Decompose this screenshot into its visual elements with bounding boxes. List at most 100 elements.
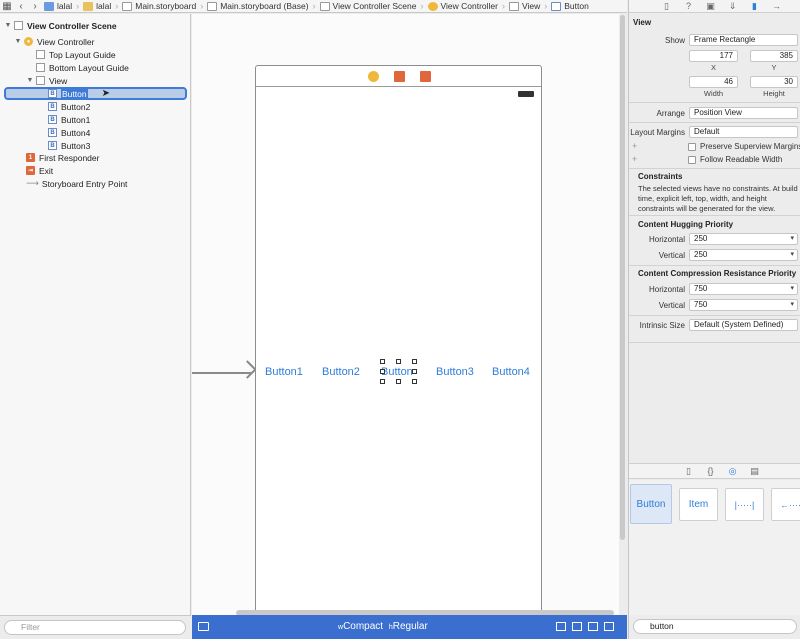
size-class-control[interactable]: wCompact hRegular: [338, 621, 428, 632]
resize-handle[interactable]: [412, 379, 417, 384]
outline-button2[interactable]: B Button2: [48, 100, 90, 113]
disclosure-down-icon[interactable]: ▼: [26, 77, 34, 84]
pin-icon[interactable]: [588, 622, 598, 631]
canvas-button2[interactable]: Button2: [322, 366, 360, 378]
show-label: Show: [664, 36, 685, 45]
layout-guide-icon: [36, 50, 45, 59]
arrow-right-icon: ⟶: [26, 178, 39, 188]
vertical-scrollbar[interactable]: [620, 15, 625, 540]
compression-horizontal-select[interactable]: 750 ▾: [689, 283, 798, 295]
outline-exit[interactable]: ⇥ Exit: [26, 164, 53, 177]
attributes-inspector: ▯ ? ▣ ⇓ ▮ → View Show Frame Rectangle 17…: [628, 0, 800, 639]
resize-handle[interactable]: [380, 369, 385, 374]
first-responder-icon[interactable]: [394, 71, 405, 82]
crumb-storyboard[interactable]: Main.storyboard: [120, 1, 198, 11]
resize-handle[interactable]: [412, 369, 417, 374]
file-template-icon[interactable]: ▯: [683, 466, 694, 477]
divider: [629, 168, 800, 169]
size-inspector-icon[interactable]: ▮: [749, 1, 760, 12]
crumb-project[interactable]: lalal: [42, 1, 74, 11]
disclosure-down-icon[interactable]: ▼: [14, 38, 22, 45]
library-search-input[interactable]: button: [633, 619, 797, 634]
hugging-vertical-select[interactable]: 250 ▾: [689, 249, 798, 261]
library-flexible-space[interactable]: ←····: [771, 488, 800, 521]
help-icon[interactable]: ?: [683, 1, 694, 12]
media-library-icon[interactable]: ▤: [749, 466, 760, 477]
forward-arrow-icon[interactable]: ›: [28, 1, 42, 12]
compression-vertical-select[interactable]: 750 ▾: [689, 299, 798, 311]
identity-icon[interactable]: ▣: [705, 1, 716, 12]
crumb-scene[interactable]: View Controller Scene: [318, 1, 419, 11]
crumb-folder[interactable]: lalal: [81, 1, 113, 11]
add-variation-icon[interactable]: +: [632, 141, 637, 151]
layout-guide-icon: [36, 63, 45, 72]
add-variation-icon[interactable]: +: [632, 154, 637, 164]
button-icon: B: [48, 128, 57, 137]
library-bar-button-item[interactable]: Item: [679, 488, 718, 521]
outline-button-selected[interactable]: B Button ➤: [48, 87, 110, 100]
jump-bar: ▦ ‹ › lalal › lalal › Main.storyboard › …: [0, 0, 627, 13]
resize-handle[interactable]: [380, 359, 385, 364]
attributes-icon[interactable]: ⇓: [727, 1, 738, 12]
dropdown-arrow-icon: ▾: [790, 235, 794, 242]
resize-handle[interactable]: [380, 379, 385, 384]
disclosure-down-icon[interactable]: ▼: [4, 22, 12, 29]
mouse-cursor-icon: ➤: [101, 88, 110, 99]
resize-handle[interactable]: [396, 379, 401, 384]
back-arrow-icon[interactable]: ‹: [14, 1, 28, 12]
crumb-view-controller[interactable]: View Controller: [426, 1, 500, 11]
storyboard-canvas[interactable]: Button1 Button2 Button Button3 Button4: [192, 14, 619, 625]
crumb-button[interactable]: Button: [549, 1, 591, 11]
outline-scene[interactable]: ▼ View Controller Scene: [4, 19, 117, 32]
exit-icon[interactable]: [420, 71, 431, 82]
arrange-select[interactable]: Position View: [689, 107, 798, 119]
toggle-outline-icon[interactable]: [198, 622, 209, 631]
dropdown-arrow-icon: ▾: [790, 285, 794, 292]
view-controller-icon[interactable]: [368, 71, 379, 82]
filter-input[interactable]: Filter: [4, 620, 186, 635]
connections-icon[interactable]: →: [771, 1, 782, 12]
outline-bottom-layout-guide[interactable]: Bottom Layout Guide: [36, 61, 129, 74]
outline-view-controller[interactable]: ▼ ● View Controller: [14, 35, 95, 48]
y-field[interactable]: 385: [750, 50, 798, 62]
width-field[interactable]: 46: [689, 76, 738, 88]
library-fixed-space[interactable]: |·····|: [725, 488, 764, 521]
resize-handle[interactable]: [396, 359, 401, 364]
stack-icon[interactable]: [556, 622, 566, 631]
canvas-button-selected[interactable]: Button: [381, 366, 413, 378]
compression-horizontal-label: Horizontal: [648, 285, 685, 294]
align-icon[interactable]: [572, 622, 582, 631]
object-library-icon[interactable]: ◎: [727, 466, 738, 477]
layout-margins-select[interactable]: Default: [689, 126, 798, 138]
view-controller-scene[interactable]: Button1 Button2 Button Button3 Button4: [255, 65, 542, 625]
code-snippet-icon[interactable]: {}: [705, 466, 716, 477]
library-button[interactable]: Button: [630, 484, 672, 524]
outline-top-layout-guide[interactable]: Top Layout Guide: [36, 48, 116, 61]
flexible-space-icon: ←····: [780, 499, 800, 510]
height-label: Height: [763, 89, 785, 98]
outline-first-responder[interactable]: 1 First Responder: [26, 151, 99, 164]
crumb-storyboard-base[interactable]: Main.storyboard (Base): [205, 1, 310, 11]
intrinsic-size-select[interactable]: Default (System Defined): [689, 319, 798, 331]
follow-readable-checkbox[interactable]: [688, 156, 696, 164]
show-select[interactable]: Frame Rectangle: [689, 34, 798, 46]
x-field[interactable]: 177: [689, 50, 738, 62]
scene-icon: [319, 1, 330, 11]
crumb-view[interactable]: View: [507, 1, 542, 11]
preserve-superview-checkbox[interactable]: [688, 143, 696, 151]
document-outline: ▼ View Controller Scene ▼ ● View Control…: [0, 14, 191, 615]
file-inspector-icon[interactable]: ▯: [661, 1, 672, 12]
height-field[interactable]: 30: [750, 76, 798, 88]
outline-view[interactable]: ▼ View: [26, 74, 68, 87]
canvas-button1[interactable]: Button1: [265, 366, 303, 378]
resolve-icon[interactable]: [604, 622, 614, 631]
outline-entry-point[interactable]: ⟶ Storyboard Entry Point: [26, 177, 127, 190]
outline-button4[interactable]: B Button4: [48, 126, 90, 139]
outline-button1[interactable]: B Button1: [48, 113, 90, 126]
size-class-bar: wCompact hRegular: [192, 615, 627, 639]
hugging-horizontal-select[interactable]: 250 ▾: [689, 233, 798, 245]
canvas-button3[interactable]: Button3: [436, 366, 474, 378]
resize-handle[interactable]: [412, 359, 417, 364]
canvas-button4[interactable]: Button4: [492, 366, 530, 378]
grid-icon[interactable]: ▦: [0, 1, 14, 12]
